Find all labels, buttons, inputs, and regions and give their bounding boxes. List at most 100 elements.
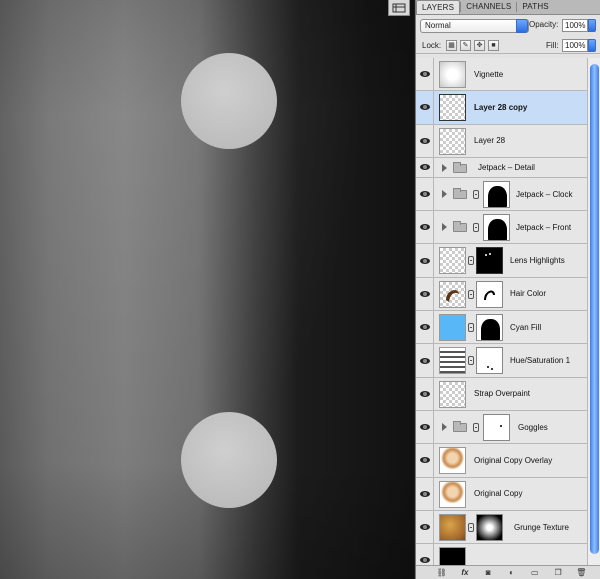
visibility-toggle[interactable] — [416, 244, 434, 277]
layer-row[interactable]: Original Copy Overlay — [416, 444, 588, 478]
visibility-toggle[interactable] — [416, 410, 434, 444]
visibility-toggle[interactable] — [416, 91, 434, 124]
layer-group-row[interactable]: Jetpack – Detail — [416, 157, 588, 178]
layer-name: Lens Highlights — [510, 256, 565, 266]
canvas-circle-bottom — [181, 412, 277, 508]
layer-thumbnail — [439, 280, 466, 308]
highlight-spot — [485, 254, 487, 257]
panel-toggle-icon[interactable] — [388, 0, 410, 16]
eye-icon — [419, 191, 430, 198]
trash-icon[interactable]: 🗑 — [575, 568, 587, 577]
visibility-toggle[interactable] — [416, 211, 434, 244]
fill-input[interactable]: 100% — [562, 39, 588, 52]
link-icon[interactable] — [473, 422, 479, 432]
visibility-toggle[interactable] — [416, 377, 434, 410]
expand-triangle-icon[interactable] — [442, 163, 447, 172]
fx-icon[interactable]: fx — [459, 568, 471, 577]
expand-triangle-icon[interactable] — [442, 422, 447, 431]
tab-paths[interactable]: PATHS — [517, 0, 553, 14]
layer-name: Jetpack – Front — [516, 222, 572, 232]
new-group-icon[interactable]: ▭ — [529, 568, 541, 577]
folder-icon — [453, 187, 467, 199]
folder-icon — [453, 161, 467, 173]
layer-thumbnail — [439, 447, 466, 475]
adjustment-layer-icon[interactable]: ◐ — [505, 568, 517, 577]
opacity-input[interactable]: 100% — [562, 19, 588, 32]
layer-list-scrollbar[interactable] — [587, 58, 600, 565]
fill-dropdown-icon[interactable] — [588, 39, 596, 52]
visibility-toggle[interactable] — [416, 444, 434, 477]
layer-name: Jetpack – Clock — [516, 189, 573, 199]
visibility-toggle[interactable] — [416, 124, 434, 157]
eye-icon — [419, 324, 430, 331]
layer-name: Layer 28 — [474, 136, 506, 146]
layer-row[interactable]: Layer 28 — [416, 124, 588, 158]
layer-mask-thumbnail — [483, 180, 510, 208]
expand-triangle-icon[interactable] — [442, 189, 447, 198]
link-icon[interactable] — [468, 256, 474, 266]
blend-mode-select[interactable]: Normal — [420, 19, 529, 33]
link-icon[interactable] — [468, 323, 474, 333]
layer-mask-thumbnail — [476, 280, 503, 308]
expand-triangle-icon[interactable] — [442, 223, 447, 232]
lock-transparency-icon[interactable]: ▦ — [446, 40, 457, 51]
link-layers-icon[interactable]: ⛓ — [436, 568, 448, 577]
visibility-toggle[interactable] — [416, 177, 434, 211]
layer-thumbnail — [439, 61, 466, 88]
layer-group-row[interactable]: Jetpack – Front — [416, 211, 588, 245]
layer-name: Hue/Saturation 1 — [510, 356, 571, 366]
layer-thumbnail — [439, 380, 466, 408]
layer-list: Vignette Layer 28 copy Layer 28 Jetpack … — [416, 58, 588, 565]
layer-row[interactable]: Hue/Saturation 1 — [416, 344, 588, 378]
layer-group-row[interactable]: Jetpack – Clock — [416, 177, 588, 212]
layer-row[interactable]: Strap Overpaint — [416, 377, 588, 411]
mask-spot — [487, 366, 489, 369]
document-canvas[interactable] — [0, 0, 414, 579]
layer-mask-thumbnail — [483, 214, 510, 242]
layer-row[interactable]: Original Copy — [416, 477, 588, 511]
lock-brush-icon[interactable]: ✎ — [460, 40, 471, 51]
link-icon[interactable] — [473, 223, 479, 233]
eye-icon — [419, 490, 430, 497]
layer-row[interactable]: Hair Color — [416, 277, 588, 312]
layer-row[interactable]: Grunge Texture — [416, 510, 588, 545]
blend-mode-value: Normal — [425, 21, 451, 30]
link-icon[interactable] — [468, 356, 474, 366]
canvas-circle-top — [181, 53, 277, 149]
silhouette-shape — [488, 219, 507, 241]
tab-channels[interactable]: CHANNELS — [461, 0, 516, 14]
eye-icon — [419, 257, 430, 264]
visibility-toggle[interactable] — [416, 477, 434, 510]
tab-layers[interactable]: LAYERS — [416, 0, 461, 14]
layer-row[interactable] — [416, 544, 588, 565]
visibility-toggle[interactable] — [416, 311, 434, 344]
link-icon[interactable] — [468, 289, 474, 299]
visibility-toggle[interactable] — [416, 58, 434, 91]
link-icon[interactable] — [468, 522, 474, 532]
layer-thumbnail — [439, 314, 466, 342]
visibility-toggle[interactable] — [416, 157, 434, 177]
layer-group-row[interactable]: Goggles — [416, 410, 588, 445]
layer-name: Cyan Fill — [510, 322, 542, 332]
layer-row-selected[interactable]: Layer 28 copy — [416, 91, 588, 125]
visibility-toggle[interactable] — [416, 510, 434, 544]
visibility-toggle[interactable] — [416, 277, 434, 311]
lock-move-icon[interactable]: ✥ — [474, 40, 485, 51]
eye-icon — [419, 457, 430, 464]
layer-mask-thumbnail — [476, 247, 503, 275]
lock-label: Lock: — [422, 41, 442, 50]
new-layer-icon[interactable]: ❐ — [552, 568, 564, 577]
silhouette-shape — [488, 185, 507, 207]
visibility-toggle[interactable] — [416, 544, 434, 565]
add-mask-icon[interactable]: ◙ — [482, 568, 494, 577]
eye-icon — [419, 137, 430, 144]
layer-row[interactable]: Cyan Fill — [416, 311, 588, 345]
layer-row[interactable]: Lens Highlights — [416, 244, 588, 278]
opacity-dropdown-icon[interactable] — [588, 19, 596, 32]
link-icon[interactable] — [473, 189, 479, 199]
scrollbar-thumb[interactable] — [590, 64, 599, 554]
lock-all-icon[interactable]: ■ — [488, 40, 499, 51]
visibility-toggle[interactable] — [416, 344, 434, 377]
layer-thumbnail — [439, 480, 466, 508]
layer-row[interactable]: Vignette — [416, 58, 588, 92]
